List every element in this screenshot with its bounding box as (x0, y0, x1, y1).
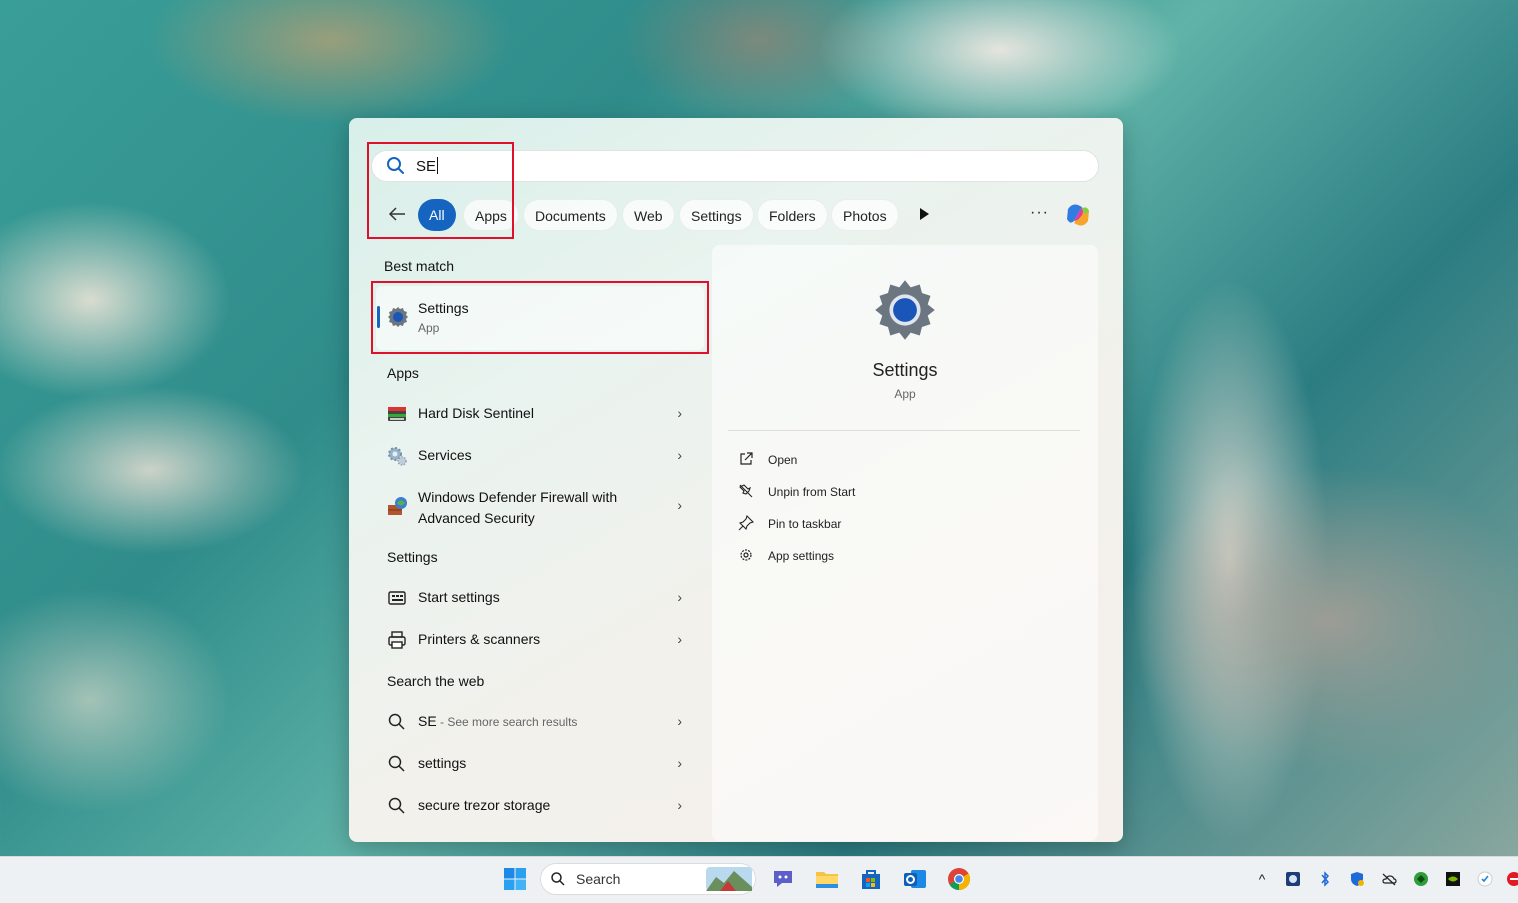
filter-settings[interactable]: Settings (679, 199, 754, 231)
filter-documents[interactable]: Documents (523, 199, 618, 231)
chevron-right-icon[interactable]: › (677, 713, 682, 729)
app-item-label: Hard Disk Sentinel (418, 405, 534, 421)
filter-photos[interactable]: Photos (831, 199, 899, 231)
firewall-icon (388, 497, 407, 515)
file-explorer-icon[interactable] (814, 866, 840, 892)
start-settings-icon (388, 591, 406, 605)
web-item-label: SE - See more search results (418, 713, 578, 729)
search-web-heading: Search the web (387, 673, 485, 689)
settings-item-printers-scanners[interactable]: Printers & scanners › (372, 619, 702, 659)
filter-folders[interactable]: Folders (757, 199, 828, 231)
tray-app-icon[interactable] (1285, 871, 1301, 887)
search-icon (387, 157, 404, 174)
settings-gear-icon (388, 307, 408, 327)
tray-sync-icon[interactable] (1477, 871, 1493, 887)
best-match-heading: Best match (384, 258, 455, 274)
chrome-icon[interactable] (946, 866, 972, 892)
best-match-settings-app[interactable]: Settings App (376, 286, 704, 350)
divider (728, 430, 1080, 431)
app-item-label: Windows Defender Firewall with Advanced S… (418, 489, 618, 526)
services-gear-icon (388, 447, 407, 466)
app-item-windows-defender-firewall[interactable]: Windows Defender Firewall with Advanced S… (372, 477, 702, 537)
best-match-title: Settings (418, 300, 469, 316)
web-item-see-more[interactable]: SE - See more search results › (372, 701, 702, 741)
settings-heading: Settings (387, 549, 438, 565)
more-options-icon[interactable]: ··· (1030, 204, 1049, 222)
chevron-right-icon[interactable]: › (677, 447, 682, 463)
settings-item-label: Start settings (418, 589, 500, 605)
settings-item-label: Printers & scanners (418, 631, 541, 647)
tray-green-app-icon[interactable] (1413, 871, 1429, 887)
filter-apps[interactable]: Apps (463, 199, 519, 231)
chevron-right-icon[interactable]: › (677, 589, 682, 605)
more-filters-arrow-icon[interactable] (920, 208, 929, 220)
search-icon (551, 872, 565, 886)
selection-indicator (377, 306, 380, 328)
detail-title: Settings (872, 360, 938, 380)
printer-icon (388, 631, 406, 649)
tray-red-app-icon[interactable] (1506, 871, 1518, 887)
text-caret (437, 157, 439, 174)
chevron-right-icon[interactable]: › (677, 755, 682, 771)
settings-item-start-settings[interactable]: Start settings › (372, 577, 702, 617)
taskbar-search-placeholder: Search (576, 871, 621, 887)
app-item-label: Services (418, 447, 472, 463)
windows-start-icon[interactable] (502, 866, 528, 892)
search-query: SE (416, 157, 439, 175)
search-highlight-image-icon (706, 867, 752, 891)
chevron-right-icon[interactable]: › (677, 631, 682, 647)
chevron-right-icon[interactable]: › (677, 497, 682, 513)
app-item-hard-disk-sentinel[interactable]: Hard Disk Sentinel › (372, 393, 702, 433)
search-icon (388, 755, 405, 772)
defender-shield-icon[interactable] (1349, 871, 1365, 887)
onedrive-offline-icon[interactable] (1381, 871, 1397, 887)
settings-gear-icon (875, 280, 935, 340)
web-item-label: secure trezor storage (418, 797, 551, 813)
back-arrow-icon[interactable] (386, 203, 408, 225)
filter-all[interactable]: All (418, 199, 456, 231)
bluetooth-icon[interactable] (1317, 871, 1333, 887)
outlook-icon[interactable] (902, 866, 928, 892)
filter-web[interactable]: Web (622, 199, 675, 231)
app-item-services[interactable]: Services › (372, 435, 702, 475)
detail-subtitle: App (894, 387, 916, 401)
teams-chat-icon[interactable] (770, 866, 796, 892)
show-hidden-icons-chevron-icon[interactable]: ^ (1254, 871, 1270, 887)
chevron-right-icon[interactable]: › (677, 797, 682, 813)
unpin-icon (739, 484, 753, 498)
copilot-icon[interactable] (1062, 199, 1094, 231)
web-item-label: settings (418, 755, 467, 771)
chevron-right-icon[interactable]: › (677, 405, 682, 421)
hard-disk-sentinel-icon (388, 407, 406, 421)
web-item-settings[interactable]: settings › (372, 743, 702, 783)
microsoft-store-icon[interactable] (858, 866, 884, 892)
search-input[interactable] (371, 150, 1099, 182)
nvidia-icon[interactable] (1445, 871, 1461, 887)
gear-icon (740, 549, 752, 561)
search-icon (388, 797, 405, 814)
pin-icon (738, 515, 754, 531)
best-match-subtitle: App (418, 321, 440, 335)
apps-heading: Apps (387, 365, 419, 381)
web-item-secure-trezor-storage[interactable]: secure trezor storage › (372, 785, 702, 825)
search-icon (388, 713, 405, 730)
open-external-icon (740, 452, 753, 465)
